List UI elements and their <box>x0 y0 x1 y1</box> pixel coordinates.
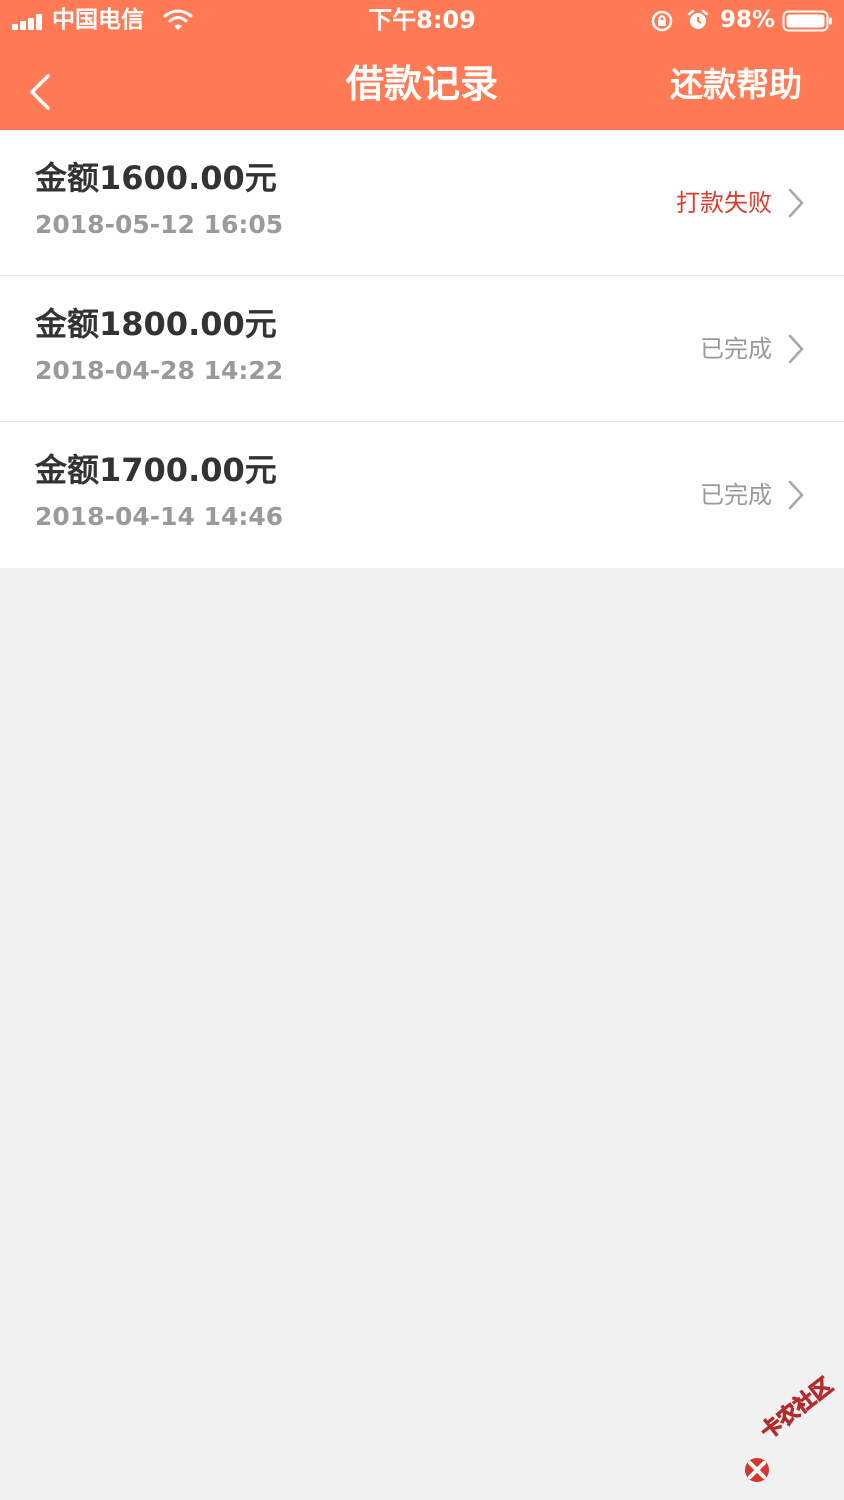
loan-record-row[interactable]: 金额1700.00元 2018-04-14 14:46 已完成 <box>0 422 844 568</box>
battery-percent: 98% <box>720 7 776 33</box>
loan-record-list: 金额1600.00元 2018-05-12 16:05 打款失败 金额1800.… <box>0 130 844 568</box>
record-status: 已完成 <box>700 335 772 363</box>
orientation-lock-icon <box>651 10 673 32</box>
record-date: 2018-04-14 14:46 <box>35 502 284 531</box>
signal-icon <box>12 12 46 30</box>
watermark-logo: 卡农社区 <box>738 1373 838 1485</box>
back-icon[interactable] <box>22 70 56 114</box>
carrier-name: 中国电信 <box>52 7 144 33</box>
chevron-right-icon <box>788 334 804 364</box>
loan-record-row[interactable]: 金额1800.00元 2018-04-28 14:22 已完成 <box>0 276 844 422</box>
chevron-right-icon <box>788 480 804 510</box>
record-amount: 金额1600.00元 <box>35 159 277 197</box>
status-bar: 中国电信 下午8:09 98% <box>0 0 844 42</box>
record-amount: 金额1700.00元 <box>35 451 277 489</box>
page-title: 借款记录 <box>345 62 498 106</box>
loan-record-row[interactable]: 金额1600.00元 2018-05-12 16:05 打款失败 <box>0 130 844 276</box>
record-status: 已完成 <box>700 481 772 509</box>
record-date: 2018-05-12 16:05 <box>35 210 284 239</box>
status-time: 下午8:09 <box>368 6 476 34</box>
alarm-icon <box>687 9 709 29</box>
repayment-help-link[interactable]: 还款帮助 <box>670 60 802 110</box>
battery-icon <box>782 10 832 32</box>
header: 中国电信 下午8:09 98% 借款记录 还款帮助 <box>0 0 844 130</box>
wifi-icon <box>163 9 193 30</box>
nav-bar: 借款记录 还款帮助 <box>0 42 844 130</box>
chevron-right-icon <box>788 188 804 218</box>
watermark-mark-icon <box>745 1458 769 1482</box>
record-date: 2018-04-28 14:22 <box>35 356 284 385</box>
record-amount: 金额1800.00元 <box>35 305 277 343</box>
record-status: 打款失败 <box>676 189 772 217</box>
watermark-text: 卡农社区 <box>756 1373 838 1445</box>
